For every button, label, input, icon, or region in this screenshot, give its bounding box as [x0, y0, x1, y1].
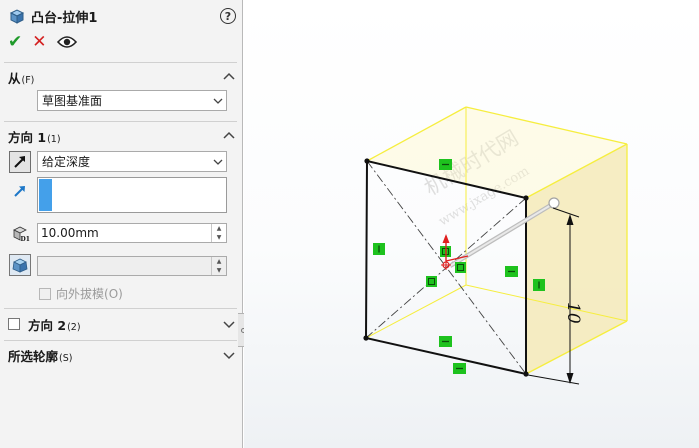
midpoint-constraint-icon[interactable] [455, 262, 466, 273]
chevron-down-icon [213, 159, 223, 165]
draft-angle-spinner[interactable]: ▲ ▼ [211, 257, 226, 275]
depth-input[interactable]: 10.00mm ▲ ▼ [37, 223, 227, 243]
divider [4, 62, 237, 63]
draft-outward-checkbox[interactable] [39, 287, 51, 300]
start-condition-value: 草图基准面 [42, 94, 103, 108]
from-section-hint: (F) [21, 74, 35, 86]
vertical-constraint-icon[interactable] [533, 279, 545, 291]
draft-outward-checkbox-row[interactable]: 向外拔模(O) [39, 285, 123, 302]
draft-outward-label: 向外拔模 [56, 287, 105, 301]
depth-spinner[interactable]: ▲ ▼ [211, 224, 226, 242]
start-condition-select[interactable]: 草图基准面 [37, 90, 227, 111]
selection-highlight [39, 179, 52, 211]
cancel-button[interactable]: ✕ [32, 32, 46, 52]
svg-text:D1: D1 [21, 236, 30, 243]
horizontal-constraint-icon[interactable] [439, 159, 452, 170]
direction2-section-header[interactable]: 方向 2(2) [8, 315, 236, 333]
chevron-up-icon[interactable] [222, 70, 236, 84]
depth-value: 10.00mm [41, 226, 99, 240]
from-section-label: 从 [8, 70, 21, 86]
depth-dimension-icon: D1 [9, 222, 31, 244]
reverse-direction-button[interactable] [9, 151, 31, 173]
feature-title-bar: 凸台-拉伸1 ? [8, 6, 236, 26]
direction1-section-header[interactable]: 方向 1(1) [8, 127, 236, 145]
feature-title: 凸台-拉伸1 [31, 10, 98, 26]
boss-extrude-icon [9, 9, 25, 24]
ok-button[interactable]: ✔ [8, 32, 22, 52]
selected-contours-section-header[interactable]: 所选轮廓(S) [8, 346, 236, 364]
direction-vector-icon [9, 180, 31, 202]
end-condition-select[interactable]: 给定深度 [37, 151, 227, 172]
direction2-label: 方向 2 [28, 317, 67, 333]
direction2-checkbox[interactable] [8, 318, 20, 330]
midpoint-constraint-icon[interactable] [426, 276, 437, 287]
end-condition-value: 给定深度 [42, 155, 91, 169]
draft-icon [12, 258, 28, 273]
vertical-constraint-icon[interactable] [373, 243, 385, 255]
property-manager-panel: 凸台-拉伸1 ? ✔ ✕ 从(F) 草图基准面 方向 1(1) 给定深度 D1 … [0, 0, 243, 448]
from-section-header[interactable]: 从(F) [8, 68, 236, 86]
draft-angle-input[interactable]: ▲ ▼ [37, 256, 227, 276]
direction-vector-selection-box[interactable] [37, 177, 227, 213]
help-icon[interactable]: ? [220, 8, 236, 24]
chevron-up-icon[interactable] [222, 129, 236, 143]
horizontal-constraint-icon[interactable] [439, 336, 452, 347]
viewport-canvas[interactable]: 机械时代网 www.jxage.com 10 [244, 0, 699, 448]
chevron-down-icon[interactable] [222, 317, 236, 331]
selected-contours-label: 所选轮廓 [8, 348, 59, 364]
horizontal-constraint-icon[interactable] [505, 266, 518, 277]
direction1-label: 方向 1 [8, 129, 47, 145]
divider [4, 121, 237, 122]
preview-eye-icon[interactable] [56, 35, 77, 49]
divider [4, 308, 237, 309]
direction2-hint: (2) [67, 321, 81, 333]
graphics-viewport[interactable]: 机械时代网 www.jxage.com 10 [244, 0, 699, 448]
action-buttons: ✔ ✕ [8, 32, 77, 52]
reverse-direction-icon [14, 156, 25, 168]
divider [4, 340, 237, 341]
draft-outward-hint: (O) [104, 287, 123, 301]
chevron-down-icon [213, 98, 223, 104]
draft-toggle-button[interactable] [9, 254, 31, 276]
dimension-text[interactable]: 10 [563, 302, 583, 324]
chevron-down-icon[interactable] [222, 348, 236, 362]
horizontal-constraint-icon[interactable] [453, 363, 466, 374]
direction1-hint: (1) [47, 133, 61, 145]
selected-contours-hint: (S) [59, 352, 73, 364]
